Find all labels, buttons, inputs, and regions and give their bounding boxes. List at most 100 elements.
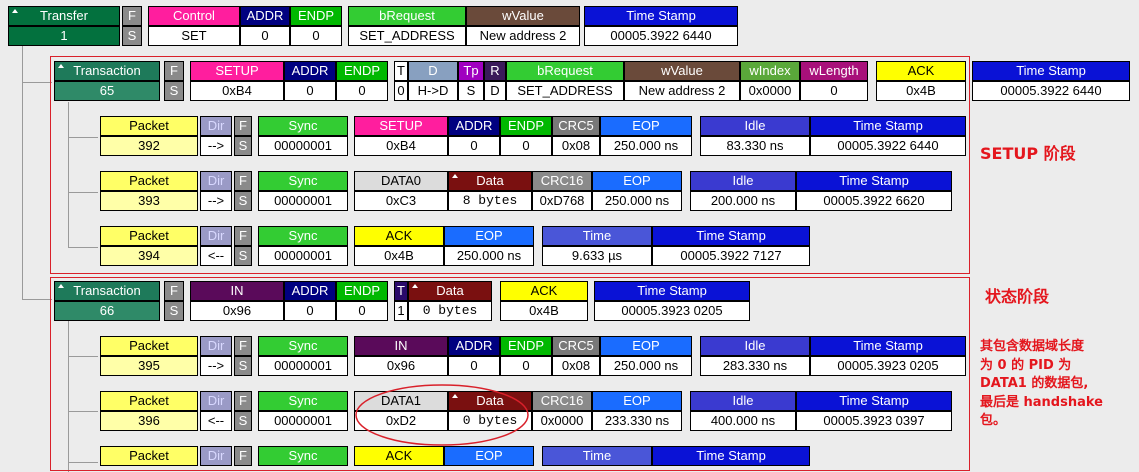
pkt392-header: Packet bbox=[100, 116, 198, 136]
pkt392-endp-value: 0 bbox=[500, 136, 552, 156]
pkt397-dir-header: Dir bbox=[200, 446, 232, 466]
pkt393-data0-header: DATA0 bbox=[354, 171, 448, 191]
pkt393-eop-value: 250.000 ns bbox=[592, 191, 682, 211]
transfer-id: 1 bbox=[8, 26, 120, 46]
pkt393-crc16-value: 0xD768 bbox=[532, 191, 592, 211]
pkt393-crc16-header: CRC16 bbox=[532, 171, 592, 191]
pkt392-eop-value: 250.000 ns bbox=[600, 136, 692, 156]
pkt395-in-value: 0x96 bbox=[354, 356, 448, 376]
pkt393-data-header: Data bbox=[448, 171, 532, 191]
pkt393-idle-value: 200.000 ns bbox=[690, 191, 796, 211]
pkt393-dir-header: Dir bbox=[200, 171, 232, 191]
pkt392-setup-header: SETUP bbox=[354, 116, 448, 136]
pkt396-eop-value: 233.330 ns bbox=[592, 411, 682, 431]
trans65-addr-value: 0 bbox=[284, 81, 336, 101]
transaction-66-row[interactable]: Transaction 66 F S IN 0x96 ADDR 0 ENDP 0… bbox=[54, 281, 754, 323]
pkt395-id: 395 bbox=[100, 356, 198, 376]
pkt395-crc5-value: 0x08 bbox=[552, 356, 600, 376]
trans66-timestamp-value: 00005.3923 0205 bbox=[594, 301, 750, 321]
trans65-setup-value: 0xB4 bbox=[190, 81, 284, 101]
pkt392-crc5-value: 0x08 bbox=[552, 136, 600, 156]
pkt393-idle-header: Idle bbox=[690, 171, 796, 191]
pkt392-addr-value: 0 bbox=[448, 136, 500, 156]
pkt396-sync-value: 00000001 bbox=[258, 411, 348, 431]
note-line-5: 包。 bbox=[980, 413, 1007, 428]
trans65-addr-header: ADDR bbox=[284, 61, 336, 81]
pkt395-header: Packet bbox=[100, 336, 198, 356]
trans66-id: 66 bbox=[54, 301, 160, 321]
pkt395-idle-header: Idle bbox=[700, 336, 810, 356]
transfer-timestamp-header: Time Stamp bbox=[584, 6, 738, 26]
trans65-ack-value: 0x4B bbox=[876, 81, 966, 101]
transfer-endp-header: ENDP bbox=[290, 6, 342, 26]
trans65-setup-header: SETUP bbox=[190, 61, 284, 81]
trans65-endp-header: ENDP bbox=[336, 61, 388, 81]
pkt396-sync-header: Sync bbox=[258, 391, 348, 411]
pkt396-timestamp-value: 00005.3923 0397 bbox=[796, 411, 952, 431]
pkt395-crc5-header: CRC5 bbox=[552, 336, 600, 356]
trans65-wlength-header: wLength bbox=[800, 61, 868, 81]
status-phase-label: 状态阶段 bbox=[985, 287, 1050, 306]
trans66-f-header: F bbox=[164, 281, 184, 301]
trans65-timestamp-header: Time Stamp bbox=[972, 61, 1130, 81]
transfer-f-header: F bbox=[122, 6, 142, 26]
note-line-3: DATA1 的数据包, bbox=[980, 376, 1089, 391]
packet-396-row[interactable]: Packet 396 Dir <-- F S Sync 00000001 DAT… bbox=[100, 391, 970, 433]
pkt394-timestamp-value: 00005.3922 7127 bbox=[652, 246, 810, 266]
pkt394-header: Packet bbox=[100, 226, 198, 246]
packet-393-row[interactable]: Packet 393 Dir --> F S Sync 00000001 DAT… bbox=[100, 171, 970, 213]
pkt396-dir-value: <-- bbox=[200, 411, 232, 431]
pkt392-crc5-header: CRC5 bbox=[552, 116, 600, 136]
pkt393-f-header: F bbox=[234, 171, 252, 191]
pkt395-timestamp-header: Time Stamp bbox=[810, 336, 966, 356]
trans65-d-value: H->D bbox=[408, 81, 458, 101]
transfer-endp-value: 0 bbox=[290, 26, 342, 46]
transfer-addr-value: 0 bbox=[240, 26, 290, 46]
packet-395-row[interactable]: Packet 395 Dir --> F S Sync 00000001 IN … bbox=[100, 336, 970, 378]
pkt394-dir-header: Dir bbox=[200, 226, 232, 246]
pkt394-ack-header: ACK bbox=[354, 226, 444, 246]
pkt396-dir-header: Dir bbox=[200, 391, 232, 411]
transfer-header: Transfer bbox=[8, 6, 120, 26]
tree-line-transfer bbox=[22, 46, 23, 299]
transfer-brequest-header: bRequest bbox=[348, 6, 466, 26]
pkt396-eop-header: EOP bbox=[592, 391, 682, 411]
transfer-timestamp-value: 00005.3922 6440 bbox=[584, 26, 738, 46]
trans65-windex-header: wIndex bbox=[740, 61, 800, 81]
trans66-t-value: 1 bbox=[394, 301, 408, 321]
pkt394-eop-value: 250.000 ns bbox=[444, 246, 534, 266]
trans65-r-header: R bbox=[484, 61, 506, 81]
pkt395-endp-header: ENDP bbox=[500, 336, 552, 356]
trans65-brequest-header: bRequest bbox=[506, 61, 624, 81]
pkt395-dir-header: Dir bbox=[200, 336, 232, 356]
pkt393-sync-header: Sync bbox=[258, 171, 348, 191]
trans66-timestamp-header: Time Stamp bbox=[594, 281, 750, 301]
pkt397-eop-header: EOP bbox=[444, 446, 534, 466]
pkt395-endp-value: 0 bbox=[500, 356, 552, 376]
pkt392-timestamp-value: 00005.3922 6440 bbox=[810, 136, 966, 156]
trans65-r-value: D bbox=[484, 81, 506, 101]
pkt395-f-header: F bbox=[234, 336, 252, 356]
pkt395-idle-value: 283.330 ns bbox=[700, 356, 810, 376]
pkt392-f-value: S bbox=[234, 136, 252, 156]
pkt395-addr-header: ADDR bbox=[448, 336, 500, 356]
pkt395-addr-value: 0 bbox=[448, 356, 500, 376]
transfer-wvalue-header: wValue bbox=[466, 6, 580, 26]
pkt394-sync-value: 00000001 bbox=[258, 246, 348, 266]
trans65-t-value: 0 bbox=[394, 81, 408, 101]
transfer-row[interactable]: Transfer 1 F S Control SET ADDR 0 ENDP 0… bbox=[8, 6, 743, 48]
packet-397-row[interactable]: Packet Dir F Sync ACK EOP Time Time Stam… bbox=[100, 446, 820, 472]
pkt393-timestamp-value: 00005.3922 6620 bbox=[796, 191, 952, 211]
trans65-f-value: S bbox=[164, 81, 184, 101]
packet-394-row[interactable]: Packet 394 Dir <-- F S Sync 00000001 ACK… bbox=[100, 226, 820, 268]
pkt395-sync-header: Sync bbox=[258, 336, 348, 356]
pkt395-eop-value: 250.000 ns bbox=[600, 356, 692, 376]
pkt392-eop-header: EOP bbox=[600, 116, 692, 136]
pkt394-time-header: Time bbox=[542, 226, 652, 246]
pkt397-timestamp-header: Time Stamp bbox=[652, 446, 810, 466]
trans66-in-value: 0x96 bbox=[190, 301, 284, 321]
packet-392-row[interactable]: Packet 392 Dir --> F S Sync 00000001 SET… bbox=[100, 116, 970, 158]
pkt394-dir-value: <-- bbox=[200, 246, 232, 266]
transaction-65-row[interactable]: Transaction 65 F S SETUP 0xB4 ADDR 0 END… bbox=[54, 61, 1134, 103]
trans65-timestamp-value: 00005.3922 6440 bbox=[972, 81, 1130, 101]
